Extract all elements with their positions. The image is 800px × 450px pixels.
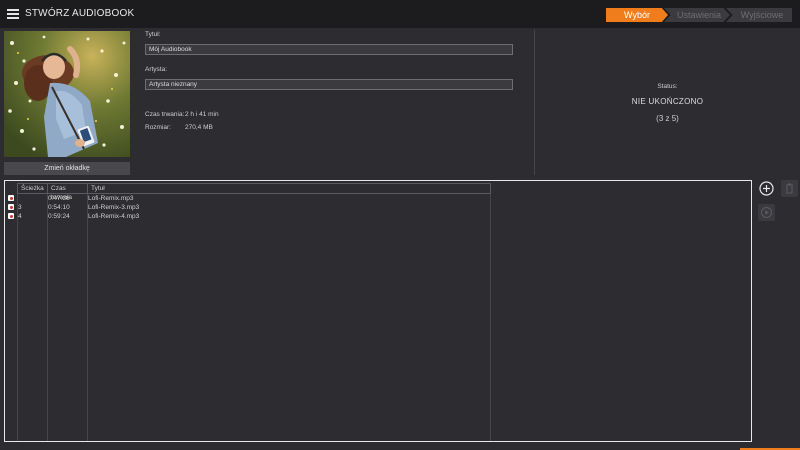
track-number: 4 bbox=[18, 213, 22, 220]
track-title: Lofi-Remix-3.mp3 bbox=[88, 204, 140, 211]
column-separator bbox=[47, 194, 48, 441]
track-list-panel[interactable]: Ścieżka Czas trwania Tytuł 0:47:38 Lofi-… bbox=[4, 180, 752, 442]
artist-label: Artysta: bbox=[145, 66, 168, 73]
status-progress: (3 z 5) bbox=[656, 114, 679, 123]
table-row[interactable]: 0:47:38 Lofi-Remix.mp3 bbox=[5, 194, 495, 203]
track-duration: 0:54:10 bbox=[48, 204, 70, 211]
column-separator bbox=[17, 194, 18, 441]
track-duration: 0:47:38 bbox=[48, 195, 70, 202]
artist-field[interactable]: Artysta nieznany bbox=[145, 79, 513, 90]
app-title: STWÓRZ AUDIOBOOK bbox=[25, 8, 135, 19]
column-header-track[interactable]: Ścieżka bbox=[17, 183, 48, 194]
cover-image bbox=[4, 31, 130, 157]
column-header-duration[interactable]: Czas trwania bbox=[48, 183, 88, 201]
table-row[interactable]: 3 0:54:10 Lofi-Remix-3.mp3 bbox=[5, 203, 495, 212]
column-separator bbox=[490, 194, 491, 441]
track-number: 3 bbox=[18, 204, 22, 211]
status-label: Status: bbox=[657, 83, 678, 90]
track-title: Lofi-Remix.mp3 bbox=[88, 195, 134, 202]
trash-icon[interactable] bbox=[781, 180, 798, 197]
size-value: 270,4 MB bbox=[185, 124, 213, 131]
change-cover-button[interactable]: Zmień okładkę bbox=[4, 162, 130, 175]
title-field[interactable]: Mój Audiobook bbox=[145, 44, 513, 55]
menu-icon[interactable] bbox=[7, 9, 19, 19]
duration-value: 2 h i 41 min bbox=[185, 111, 219, 118]
column-header-title[interactable]: Tytuł bbox=[88, 183, 491, 194]
wizard-steps: Wybór Ustawienia Wyjściowe bbox=[606, 8, 792, 22]
status-value: NIE UKOŃCZONO bbox=[631, 97, 704, 106]
add-icon[interactable] bbox=[758, 180, 775, 197]
title-label: Tytuł: bbox=[145, 31, 161, 38]
size-label: Rozmiar: bbox=[145, 124, 172, 131]
step-ustawienia[interactable]: Ustawienia bbox=[664, 8, 730, 22]
duration-label: Czas trwania: bbox=[145, 111, 185, 118]
track-title: Lofi-Remix-4.mp3 bbox=[88, 213, 140, 220]
step-wybor[interactable]: Wybór bbox=[606, 8, 668, 22]
record-icon bbox=[8, 204, 14, 210]
play-icon[interactable] bbox=[758, 204, 775, 221]
column-separator bbox=[87, 194, 88, 441]
top-bar: STWÓRZ AUDIOBOOK Wybór Ustawienia Wyjści… bbox=[0, 0, 800, 28]
table-row[interactable]: 4 0:59:24 Lofi-Remix-4.mp3 bbox=[5, 212, 495, 221]
record-icon bbox=[8, 195, 14, 201]
record-icon bbox=[8, 213, 14, 219]
track-duration: 0:59:24 bbox=[48, 213, 70, 220]
step-wyjsciowe[interactable]: Wyjściowe bbox=[726, 8, 792, 22]
